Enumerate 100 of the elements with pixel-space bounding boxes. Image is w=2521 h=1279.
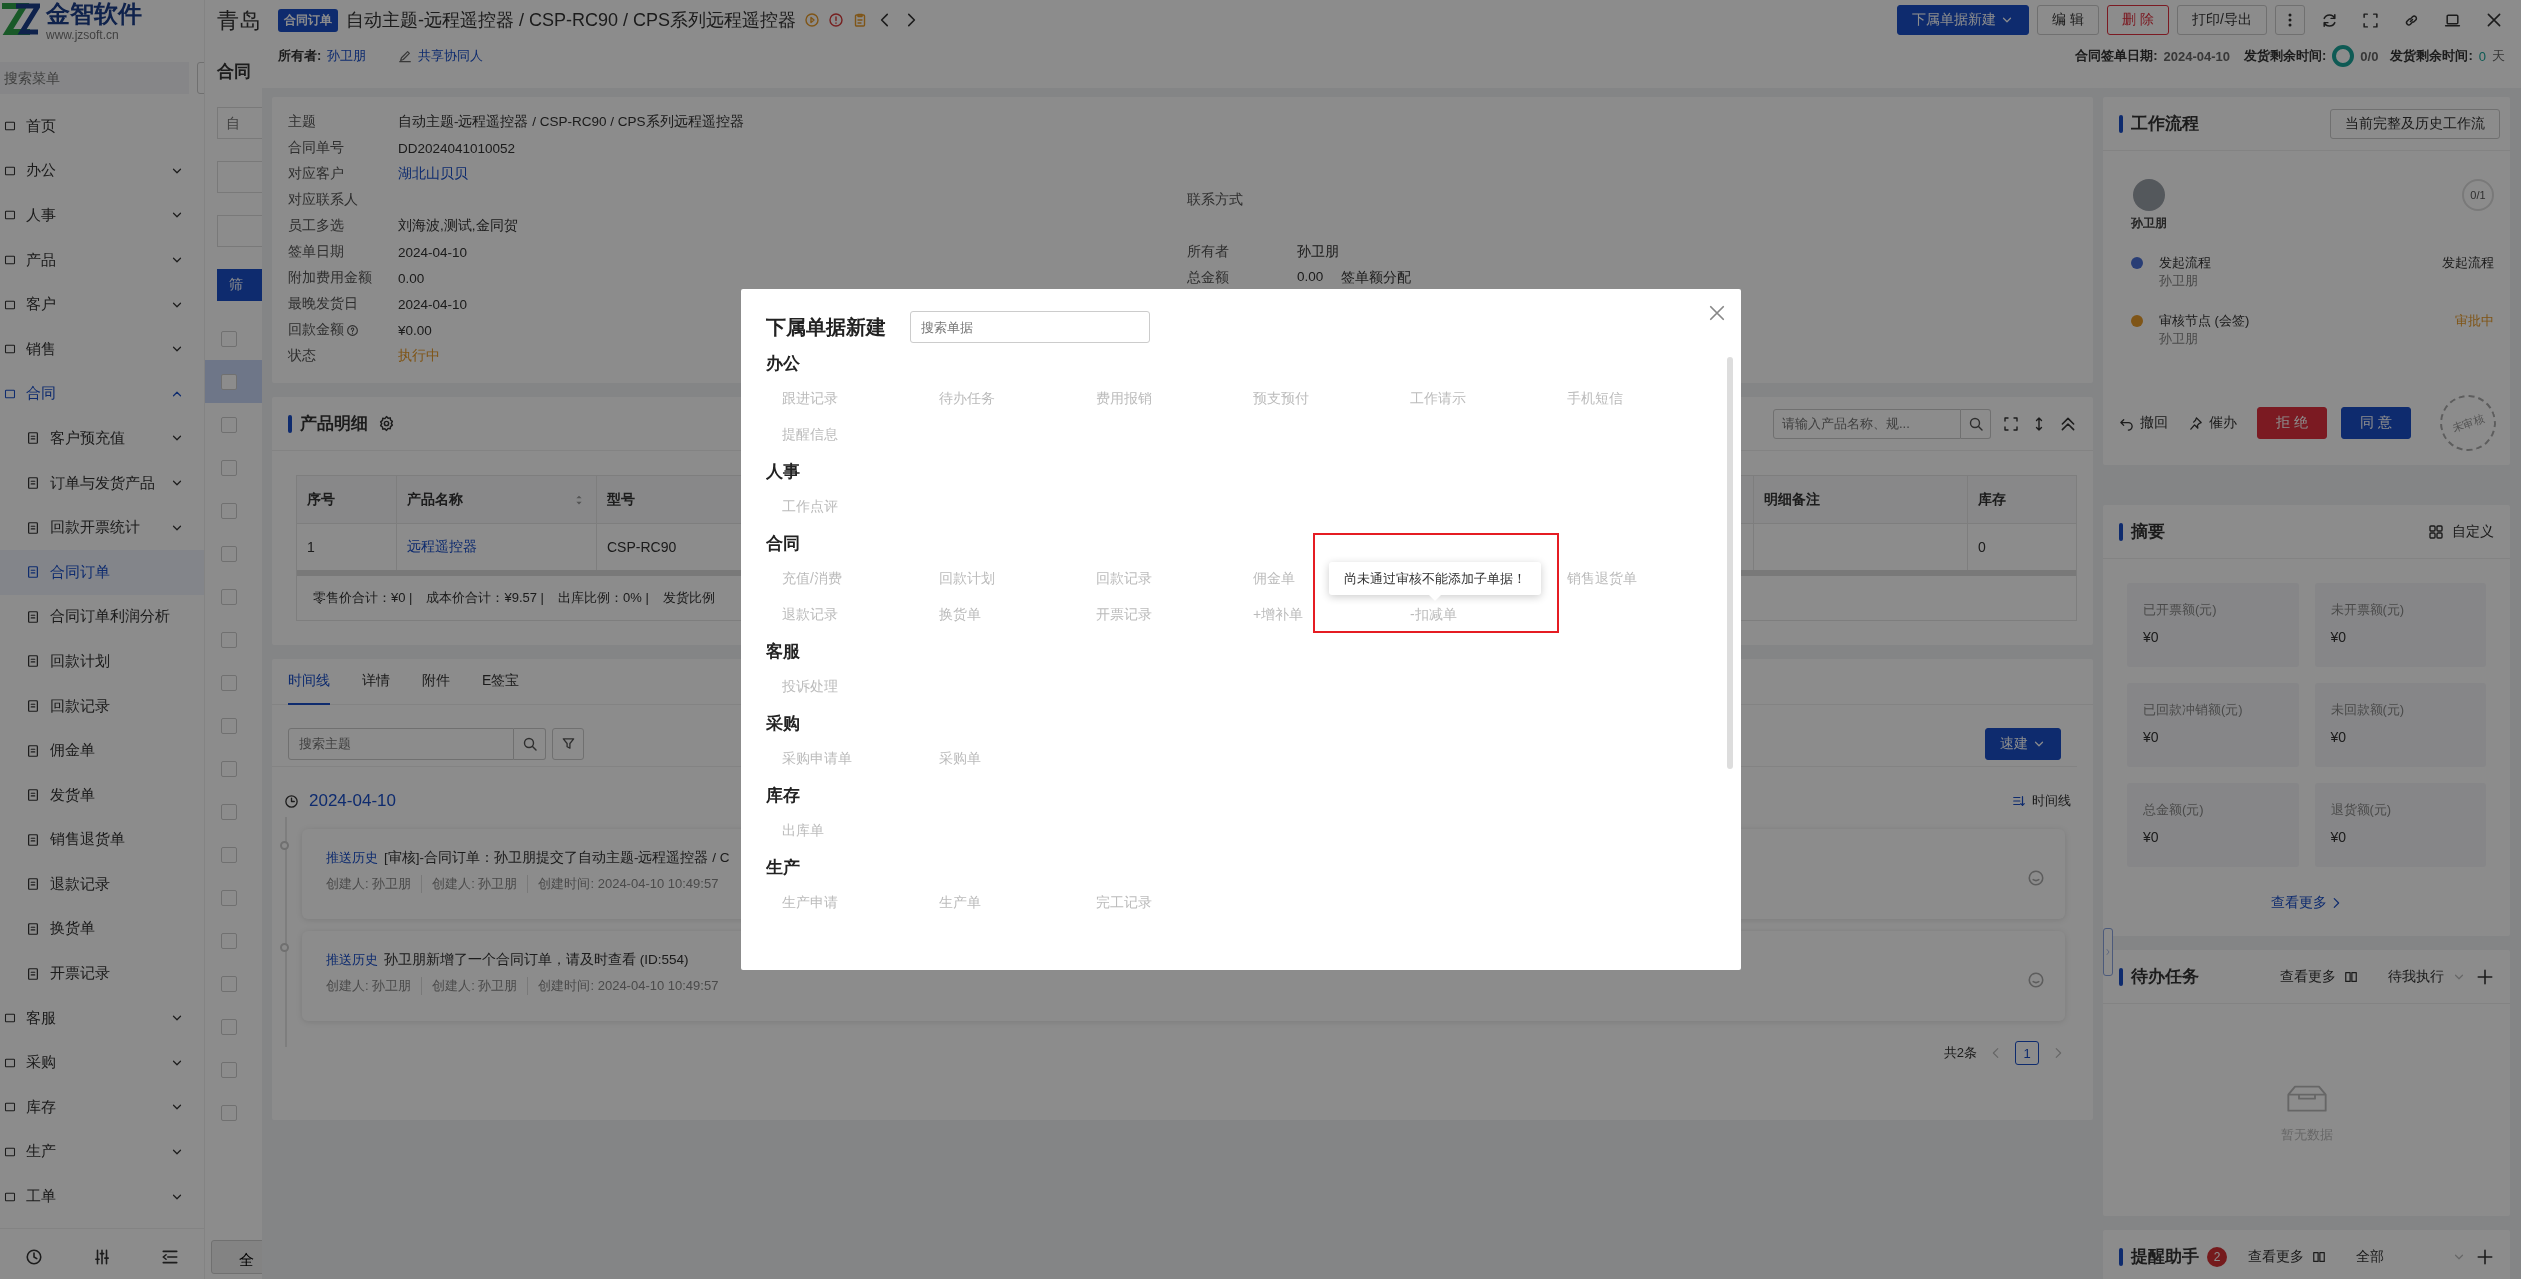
menu-item[interactable]: 生产 bbox=[0, 1129, 204, 1175]
menu-item[interactable]: 合同订单利润分析 bbox=[0, 594, 204, 640]
plus-icon[interactable] bbox=[2476, 967, 2494, 986]
approve-button[interactable]: 同 意 bbox=[2340, 407, 2411, 439]
row-checkbox[interactable] bbox=[221, 330, 237, 347]
filter-button[interactable] bbox=[552, 727, 584, 760]
select-all-button[interactable]: 全 bbox=[211, 1240, 262, 1274]
allocation-link[interactable]: 签单额分配 bbox=[1341, 269, 1412, 287]
row-checkbox[interactable] bbox=[221, 674, 237, 691]
topic-search-field[interactable]: 搜索主题 bbox=[288, 727, 514, 760]
menu-item[interactable]: 产品 bbox=[0, 237, 204, 283]
menu-item[interactable]: 首页 bbox=[0, 104, 204, 149]
menu-item[interactable]: 开票记录 bbox=[0, 951, 204, 996]
owner-link[interactable]: 孙卫朋 bbox=[327, 47, 367, 65]
close-icon[interactable] bbox=[2485, 11, 2503, 29]
customize-link[interactable]: 自定义 bbox=[2452, 522, 2494, 541]
menu-item[interactable]: 发货单 bbox=[0, 772, 204, 818]
menu-item[interactable]: 客户 bbox=[0, 282, 204, 327]
row-checkbox[interactable] bbox=[221, 975, 237, 992]
tab[interactable]: 时间线 bbox=[288, 659, 330, 705]
timeline-sort[interactable]: 时间线 bbox=[2032, 792, 2071, 810]
menu-item[interactable]: 合同 bbox=[0, 371, 204, 417]
menu-item[interactable]: 办公 bbox=[0, 148, 204, 194]
field-value[interactable]: 湖北山贝贝 bbox=[398, 165, 468, 183]
menu-item[interactable]: 佣金单 bbox=[0, 728, 204, 773]
menu-item[interactable]: 销售退货单 bbox=[0, 817, 204, 863]
tab[interactable]: 附件 bbox=[422, 659, 450, 705]
category-title: 采购 bbox=[766, 712, 801, 735]
menu-item[interactable]: 换货单 bbox=[0, 906, 204, 952]
plus-icon[interactable] bbox=[2476, 1247, 2494, 1266]
row-checkbox[interactable] bbox=[221, 932, 237, 949]
menu-item[interactable]: 订单与发货产品 bbox=[0, 460, 204, 506]
menu-item[interactable]: 退款记录 bbox=[0, 862, 204, 907]
row-checkbox[interactable] bbox=[221, 1104, 237, 1121]
quick-create-button[interactable]: 速建 bbox=[1985, 727, 2061, 760]
document-search-field[interactable]: 搜索单据 bbox=[910, 311, 1150, 343]
filter-button[interactable]: 筛 bbox=[217, 269, 262, 301]
more-button[interactable] bbox=[2275, 5, 2305, 35]
row-checkbox[interactable] bbox=[221, 889, 237, 906]
action-link[interactable]: 撤回 bbox=[2119, 414, 2174, 432]
product-search-field[interactable]: 请输入产品名称、规... bbox=[1773, 408, 1961, 439]
action-button[interactable]: 删 除 bbox=[2107, 5, 2170, 35]
settings-icon[interactable] bbox=[378, 415, 395, 432]
row-checkbox[interactable] bbox=[221, 803, 237, 820]
product-link[interactable]: 远程遥控器 bbox=[407, 538, 477, 556]
row-checkbox[interactable] bbox=[221, 416, 237, 433]
laptop-icon[interactable] bbox=[2444, 11, 2461, 29]
row-checkbox[interactable] bbox=[221, 545, 237, 562]
column-header: 产品名称 bbox=[397, 476, 597, 523]
view-more-link[interactable]: 查看更多 bbox=[2280, 967, 2336, 986]
row-checkbox[interactable] bbox=[221, 1061, 237, 1078]
menu-item[interactable]: 人事 bbox=[0, 193, 204, 238]
page-button[interactable]: 1 bbox=[2015, 1041, 2039, 1065]
action-button[interactable]: 下属单据新建 bbox=[1897, 5, 2030, 35]
share-link[interactable]: 共享协同人 bbox=[418, 47, 484, 65]
menu-item[interactable]: 客服 bbox=[0, 995, 204, 1041]
action-link[interactable]: 催办 bbox=[2188, 414, 2243, 432]
menu-item[interactable]: 库存 bbox=[0, 1085, 204, 1130]
search-button[interactable] bbox=[1961, 408, 1991, 439]
menu-item[interactable]: 工单 bbox=[0, 1174, 204, 1219]
view-more-link[interactable]: 查看更多 bbox=[2248, 1247, 2304, 1266]
menu-item[interactable]: 回款开票统计 bbox=[0, 505, 204, 550]
sliders-icon[interactable] bbox=[93, 1247, 111, 1266]
row-checkbox[interactable] bbox=[221, 373, 237, 390]
row-checkbox[interactable] bbox=[221, 459, 237, 476]
menu-search-field[interactable]: 搜索菜单 bbox=[0, 62, 189, 94]
menu-item[interactable]: 客户预充值 bbox=[0, 416, 204, 461]
comment-icon[interactable] bbox=[2027, 869, 2045, 887]
comment-icon[interactable] bbox=[2027, 971, 2045, 989]
fullscreen-icon[interactable] bbox=[2362, 11, 2379, 29]
list-row[interactable] bbox=[205, 360, 262, 403]
clock-icon[interactable] bbox=[25, 1247, 43, 1266]
fullscreen-icon[interactable] bbox=[2003, 415, 2019, 432]
action-button[interactable]: 打印/导出 bbox=[2177, 5, 2267, 35]
row-checkbox[interactable] bbox=[221, 588, 237, 605]
tab[interactable]: E签宝 bbox=[482, 659, 520, 705]
action-button[interactable]: 编 辑 bbox=[2037, 5, 2100, 35]
filter-dropdown[interactable]: 待我执行 bbox=[2388, 967, 2466, 986]
reject-button[interactable]: 拒 绝 bbox=[2257, 407, 2327, 439]
row-checkbox[interactable] bbox=[221, 717, 237, 734]
field-label: 最晚发货日 bbox=[288, 295, 359, 313]
filter-dropdown[interactable]: 全部 bbox=[2356, 1247, 2466, 1266]
panel-toggle-handle[interactable] bbox=[2103, 928, 2113, 976]
row-checkbox[interactable] bbox=[221, 631, 237, 648]
menu-item[interactable]: 回款记录 bbox=[0, 683, 204, 729]
menu-item[interactable]: 采购 bbox=[0, 1040, 204, 1086]
menu-item[interactable]: 合同订单 bbox=[0, 549, 204, 595]
menu-item[interactable]: 回款计划 bbox=[0, 639, 204, 684]
refresh-icon[interactable] bbox=[2321, 11, 2338, 29]
menu-item[interactable]: 销售 bbox=[0, 326, 204, 372]
search-button[interactable] bbox=[514, 727, 546, 760]
row-checkbox[interactable] bbox=[221, 846, 237, 863]
history-button[interactable]: 当前完整及历史工作流 bbox=[2330, 108, 2500, 139]
row-checkbox[interactable] bbox=[221, 760, 237, 777]
row-checkbox[interactable] bbox=[221, 502, 237, 519]
close-button[interactable] bbox=[1707, 303, 1727, 323]
tab[interactable]: 详情 bbox=[362, 659, 390, 705]
filter-field[interactable]: 自 bbox=[217, 107, 262, 139]
view-more-link[interactable]: 查看更多 bbox=[2264, 893, 2349, 913]
row-checkbox[interactable] bbox=[221, 1018, 237, 1035]
